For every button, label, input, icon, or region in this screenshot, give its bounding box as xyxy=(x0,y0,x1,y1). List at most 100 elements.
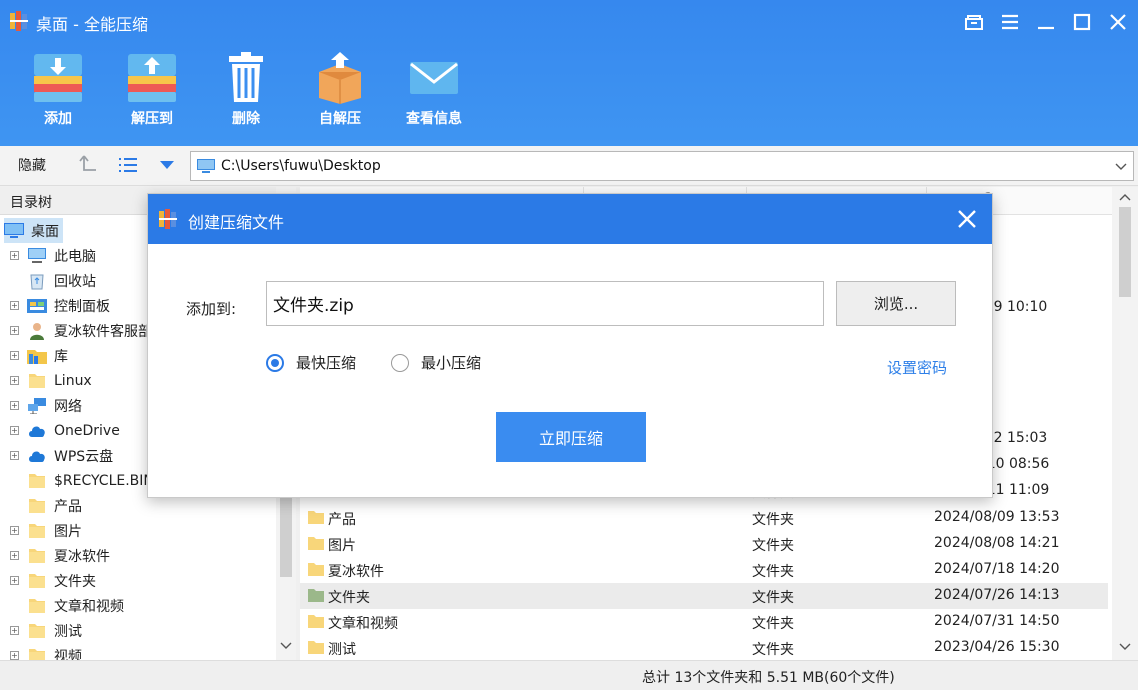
tree-item[interactable]: + 测试 xyxy=(10,618,82,643)
tree-item[interactable]: 文章和视频 xyxy=(10,593,124,618)
tree-item[interactable]: + 网络 xyxy=(10,393,82,418)
file-name: 测试 xyxy=(328,642,356,658)
add-button[interactable]: 添加 xyxy=(24,50,92,128)
extract-label: 解压到 xyxy=(131,111,173,127)
view-info-button[interactable]: 查看信息 xyxy=(400,50,468,128)
tree-item[interactable]: + 视频 xyxy=(10,643,82,660)
tree-item[interactable]: + 库 xyxy=(10,343,68,368)
extract-button[interactable]: 解压到 xyxy=(118,50,186,128)
file-date: 2024/08/09 13:53 xyxy=(934,509,1060,525)
add-label: 添加 xyxy=(44,111,72,127)
file-type: 文件夹 xyxy=(752,512,794,528)
desktop-icon xyxy=(4,222,24,240)
list-row[interactable]: 测试 文件夹 2023/04/26 15:30 xyxy=(300,635,1108,660)
set-password-link[interactable]: 设置密码 xyxy=(887,357,947,378)
expand-icon[interactable]: + xyxy=(10,576,19,585)
delete-label: 删除 xyxy=(232,111,260,127)
browse-button[interactable]: 浏览... xyxy=(836,281,956,326)
tree-item-label: $RECYCLE.BIN xyxy=(54,472,154,489)
file-date: 2024/07/18 14:20 xyxy=(934,561,1060,577)
list-scrollbar[interactable] xyxy=(1112,187,1138,660)
tree-item[interactable]: + 夏冰软件 xyxy=(10,543,110,568)
chevron-down-icon[interactable] xyxy=(1115,160,1127,172)
cloud-icon xyxy=(27,447,47,465)
fastest-compression-radio[interactable]: 最快压缩 xyxy=(266,352,356,373)
compress-now-button[interactable]: 立即压缩 xyxy=(496,412,646,462)
tree-item[interactable]: + 此电脑 xyxy=(10,243,96,268)
tree-item[interactable]: + 图片 xyxy=(10,518,82,543)
minimize-icon[interactable] xyxy=(1032,8,1060,36)
tree-item-label: 此电脑 xyxy=(54,248,96,265)
self-extract-box-icon xyxy=(319,52,361,104)
tree-item[interactable]: 桌面 xyxy=(4,218,63,243)
expand-icon[interactable]: + xyxy=(10,451,19,460)
title-bar: 桌面 - 全能压缩 xyxy=(0,0,1138,44)
add-to-label: 添加到: xyxy=(186,300,237,318)
tree-item-label: 测试 xyxy=(54,623,82,640)
expand-icon[interactable]: + xyxy=(10,526,19,535)
folder-icon xyxy=(27,372,47,390)
file-name: 夏冰软件 xyxy=(328,564,384,580)
menu-icon[interactable] xyxy=(996,8,1024,36)
list-row[interactable]: 图片 文件夹 2024/08/08 14:21 xyxy=(300,531,1108,557)
tree-item[interactable]: $RECYCLE.BIN xyxy=(10,468,154,493)
smallest-compression-radio[interactable]: 最小压缩 xyxy=(391,352,481,373)
tree-item-label: 文章和视频 xyxy=(54,598,124,615)
user-icon xyxy=(27,322,47,340)
expand-icon[interactable]: + xyxy=(10,626,19,635)
path-combobox[interactable]: C:\Users\fuwu\Desktop xyxy=(190,151,1134,181)
expand-icon[interactable]: + xyxy=(10,401,19,410)
desktop-path-icon xyxy=(197,159,215,173)
folder-icon xyxy=(308,589,324,602)
tree-item-label: 产品 xyxy=(54,498,82,515)
up-folder-icon[interactable] xyxy=(78,154,98,176)
delete-button[interactable]: 删除 xyxy=(212,50,280,128)
expand-icon[interactable]: + xyxy=(10,376,19,385)
add-archive-icon xyxy=(34,54,82,102)
archive-filename-input[interactable] xyxy=(266,281,824,326)
tree-item[interactable]: + 控制面板 xyxy=(10,293,110,318)
tree-item[interactable]: + Linux xyxy=(10,368,92,393)
tree-item-label: Linux xyxy=(54,372,92,389)
scroll-down-icon[interactable] xyxy=(280,642,292,650)
tree-item[interactable]: + 夏冰软件客服部 xyxy=(10,318,152,343)
skin-icon[interactable] xyxy=(960,8,988,36)
close-icon[interactable] xyxy=(1104,8,1132,36)
tree-item[interactable]: + 文件夹 xyxy=(10,568,96,593)
status-bar: 总计 13个文件夹和 5.51 MB(60个文件) xyxy=(0,660,1138,690)
dialog-close-icon[interactable] xyxy=(954,206,980,232)
expand-icon[interactable]: + xyxy=(10,326,19,335)
self-extract-button[interactable]: 自解压 xyxy=(306,50,374,128)
file-type: 文件夹 xyxy=(752,564,794,580)
tree-item[interactable]: 产品 xyxy=(10,493,82,518)
expand-icon[interactable]: + xyxy=(10,251,19,260)
fastest-compression-label: 最快压缩 xyxy=(296,354,357,372)
expand-icon[interactable]: + xyxy=(10,551,19,560)
list-row[interactable]: 产品 文件夹 2024/08/09 13:53 xyxy=(300,505,1108,531)
expand-icon[interactable]: + xyxy=(10,426,19,435)
list-row[interactable]: 文章和视频 文件夹 2024/07/31 14:50 xyxy=(300,609,1108,635)
expand-icon[interactable]: + xyxy=(10,651,19,660)
expand-icon[interactable]: + xyxy=(10,301,19,310)
file-date: 2024/07/26 14:13 xyxy=(934,587,1060,603)
extract-icon xyxy=(128,54,176,102)
scroll-down-icon[interactable] xyxy=(1119,643,1131,651)
list-scroll-thumb[interactable] xyxy=(1119,207,1131,297)
tree-item[interactable]: + OneDrive xyxy=(10,418,120,443)
tree-item[interactable]: 回收站 xyxy=(10,268,96,293)
file-type: 文件夹 xyxy=(752,642,794,658)
list-row[interactable]: 文件夹 文件夹 2024/07/26 14:13 xyxy=(300,583,1108,609)
tree-item[interactable]: + WPS云盘 xyxy=(10,443,113,468)
window-title: 桌面 - 全能压缩 xyxy=(36,15,148,34)
maximize-icon[interactable] xyxy=(1068,8,1096,36)
scroll-up-icon[interactable] xyxy=(1119,193,1131,201)
list-row[interactable]: 夏冰软件 文件夹 2024/07/18 14:20 xyxy=(300,557,1108,583)
hide-tree-button[interactable]: 隐藏 xyxy=(18,155,46,175)
list-view-icon[interactable] xyxy=(118,155,138,175)
tree-item-label: 视频 xyxy=(54,648,82,661)
expand-icon[interactable]: + xyxy=(10,351,19,360)
view-dropdown-icon[interactable] xyxy=(158,158,176,172)
status-text: 总计 13个文件夹和 5.51 MB(60个文件) xyxy=(642,670,895,686)
library-icon xyxy=(27,347,47,365)
tree-item-label: 文件夹 xyxy=(54,573,96,590)
